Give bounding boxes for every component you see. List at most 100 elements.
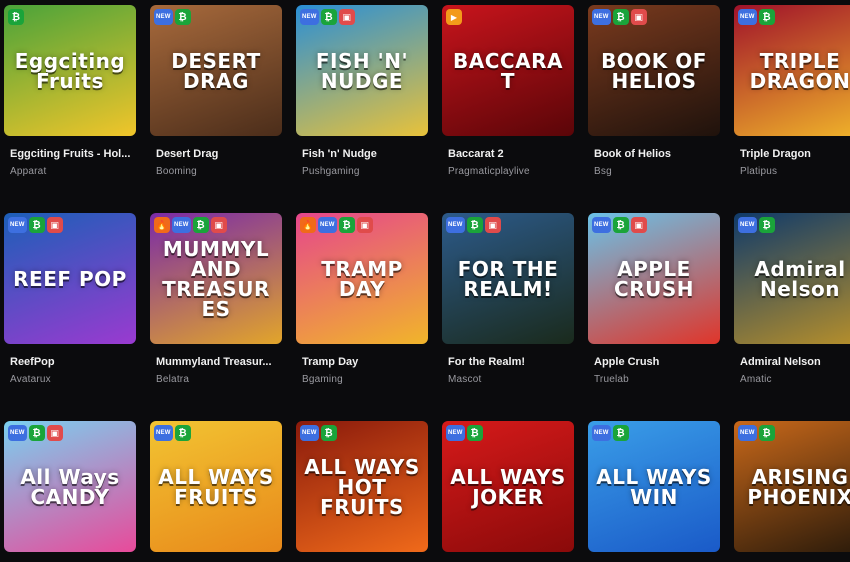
new-badge: NEW [300,9,319,25]
game-thumbnail[interactable]: NEW ₿ ALL WAYS JOKER [442,421,574,552]
game-thumbnail[interactable]: NEW ₿ ALL WAYS WIN [588,421,720,552]
bonus-icon: ▣ [630,9,647,25]
game-provider: Apparat [10,166,47,177]
game-title[interactable]: Eggciting Fruits - Hol... [4,148,136,162]
game-title[interactable]: Admiral Nelson [734,356,850,370]
bitcoin-icon: ₿ [466,425,483,441]
new-badge: NEW [446,425,465,441]
game-thumbnail[interactable]: NEW ₿ ▣ APPLE CRUSH [588,213,720,344]
game-thumbnail[interactable]: NEW ₿ ▣ REEF POP [4,213,136,344]
game-logo-text: BOOK OF HELIOS [601,48,707,93]
live-play-icon: ▶ [446,9,462,25]
game-title[interactable]: Mummyland Treasur... [150,356,282,370]
game-thumbnail[interactable]: NEW ₿ Admiral Nelson [734,213,850,344]
game-card[interactable]: ₿ Eggciting Fruits Eggciting Fruits - Hol.… [4,5,136,177]
game-card[interactable]: NEW ₿ ALL WAYS WIN [588,421,720,552]
bitcoin-icon: ₿ [174,9,191,25]
game-thumbnail[interactable]: NEW ₿ ALL WAYS HOT FRUITS [296,421,428,552]
game-logo-text: Admiral Nelson [754,256,846,301]
bonus-icon: ▣ [46,217,63,233]
game-logo-text: ALL WAYS WIN [596,464,712,509]
game-card[interactable]: NEW ₿ ▣ FISH 'N' NUDGE Fish 'n' Nudge Pushgam… [296,5,428,177]
badge-row: NEW ₿ [738,425,775,441]
game-logo-text: ALL WAYS FRUITS [158,464,274,509]
game-provider: Pragmaticplaylive [448,166,530,177]
game-thumbnail[interactable]: ▶ BACCARAT [442,5,574,136]
game-card[interactable]: NEW ₿ DESERT DRAG Desert Drag Booming [150,5,282,177]
game-thumbnail[interactable]: 🔥 NEW ₿ ▣ MUMMYLAND TREASURES [150,213,282,344]
badge-row: ▶ [446,9,462,25]
bitcoin-icon: ₿ [338,217,355,233]
game-card[interactable]: NEW ₿ ALL WAYS FRUITS [150,421,282,552]
game-thumbnail[interactable]: NEW ₿ ▣ BOOK OF HELIOS [588,5,720,136]
game-card[interactable]: NEW ₿ TRIPLE DRAGON Triple Dragon Platipus [734,5,850,177]
game-card[interactable]: 🔥 NEW ₿ ▣ MUMMYLAND TREASURES Mummyland Treas… [150,213,282,385]
new-badge: NEW [592,217,611,233]
game-title[interactable]: Book of Helios [588,148,720,162]
game-logo-text: FOR THE REALM! [457,256,559,301]
game-card[interactable]: NEW ₿ ▣ BOOK OF HELIOS Book of Helios Bsg [588,5,720,177]
game-title[interactable]: Baccarat 2 [442,148,574,162]
bitcoin-icon: ₿ [174,425,191,441]
game-title[interactable]: Triple Dragon [734,148,850,162]
game-title[interactable]: Tramp Day [296,356,428,370]
game-thumbnail[interactable]: 🔥 NEW ₿ ▣ TRAMP DAY [296,213,428,344]
game-card[interactable]: NEW ₿ ▣ APPLE CRUSH Apple Crush Truelab [588,213,720,385]
bitcoin-icon: ₿ [758,9,775,25]
game-title[interactable]: ReefPop [4,356,136,370]
bitcoin-icon: ₿ [28,425,45,441]
game-thumbnail[interactable]: NEW ₿ ▣ FISH 'N' NUDGE [296,5,428,136]
badge-row: NEW ₿ ▣ [8,425,63,441]
bitcoin-icon: ₿ [758,217,775,233]
badge-row: ₿ [8,9,24,25]
badge-row: 🔥 NEW ₿ ▣ [300,217,373,233]
game-title[interactable]: Fish 'n' Nudge [296,148,428,162]
badge-row: NEW ₿ [154,425,191,441]
game-thumbnail[interactable]: NEW ₿ ▣ FOR THE REALM! [442,213,574,344]
game-card[interactable]: 🔥 NEW ₿ ▣ TRAMP DAY Tramp Day Bgaming [296,213,428,385]
game-thumbnail[interactable]: NEW ₿ ARISING PHOENIX [734,421,850,552]
bonus-icon: ▣ [630,217,647,233]
game-title[interactable]: For the Realm! [442,356,574,370]
badge-row: NEW ₿ [446,425,483,441]
game-card[interactable]: NEW ₿ ARISING PHOENIX [734,421,850,552]
game-provider: Bsg [594,166,612,177]
game-thumbnail[interactable]: ₿ Eggciting Fruits [4,5,136,136]
game-title[interactable]: Apple Crush [588,356,720,370]
bitcoin-icon: ₿ [192,217,209,233]
game-card[interactable]: NEW ₿ ▣ FOR THE REALM! For the Realm! Mascot [442,213,574,385]
game-provider: Booming [156,166,197,177]
new-badge: NEW [172,217,191,233]
game-card[interactable]: ▶ BACCARAT Baccarat 2 Pragmaticplaylive [442,5,574,177]
game-thumbnail[interactable]: NEW ₿ TRIPLE DRAGON [734,5,850,136]
bitcoin-icon: ₿ [612,9,629,25]
game-card[interactable]: NEW ₿ Admiral Nelson Admiral Nelson Amatic [734,213,850,385]
badge-row: NEW ₿ [592,425,629,441]
new-badge: NEW [154,425,173,441]
game-card[interactable]: NEW ₿ ALL WAYS HOT FRUITS [296,421,428,552]
bitcoin-icon: ₿ [466,217,483,233]
badge-row: 🔥 NEW ₿ ▣ [154,217,227,233]
bonus-icon: ▣ [210,217,227,233]
bonus-icon: ▣ [46,425,63,441]
game-provider: Mascot [448,374,482,385]
game-logo-text: FISH 'N' NUDGE [315,48,409,93]
game-provider: Bgaming [302,374,343,385]
game-thumbnail[interactable]: NEW ₿ ▣ All Ways CANDY [4,421,136,552]
badge-row: NEW ₿ ▣ [300,9,355,25]
new-badge: NEW [8,217,27,233]
game-logo-text: REEF POP [13,266,127,291]
badge-row: NEW ₿ ▣ [446,217,501,233]
game-title[interactable]: Desert Drag [150,148,282,162]
game-card[interactable]: NEW ₿ ▣ All Ways CANDY [4,421,136,552]
game-logo-text: APPLE CRUSH [614,256,694,301]
hot-fire-icon: 🔥 [154,217,170,233]
badge-row: NEW ₿ ▣ [8,217,63,233]
game-thumbnail[interactable]: NEW ₿ DESERT DRAG [150,5,282,136]
game-card[interactable]: NEW ₿ ALL WAYS JOKER [442,421,574,552]
game-thumbnail[interactable]: NEW ₿ ALL WAYS FRUITS [150,421,282,552]
game-card[interactable]: NEW ₿ ▣ REEF POP ReefPop Avatarux [4,213,136,385]
new-badge: NEW [738,425,757,441]
game-logo-text: MUMMYLAND TREASURES [162,236,270,321]
new-badge: NEW [446,217,465,233]
